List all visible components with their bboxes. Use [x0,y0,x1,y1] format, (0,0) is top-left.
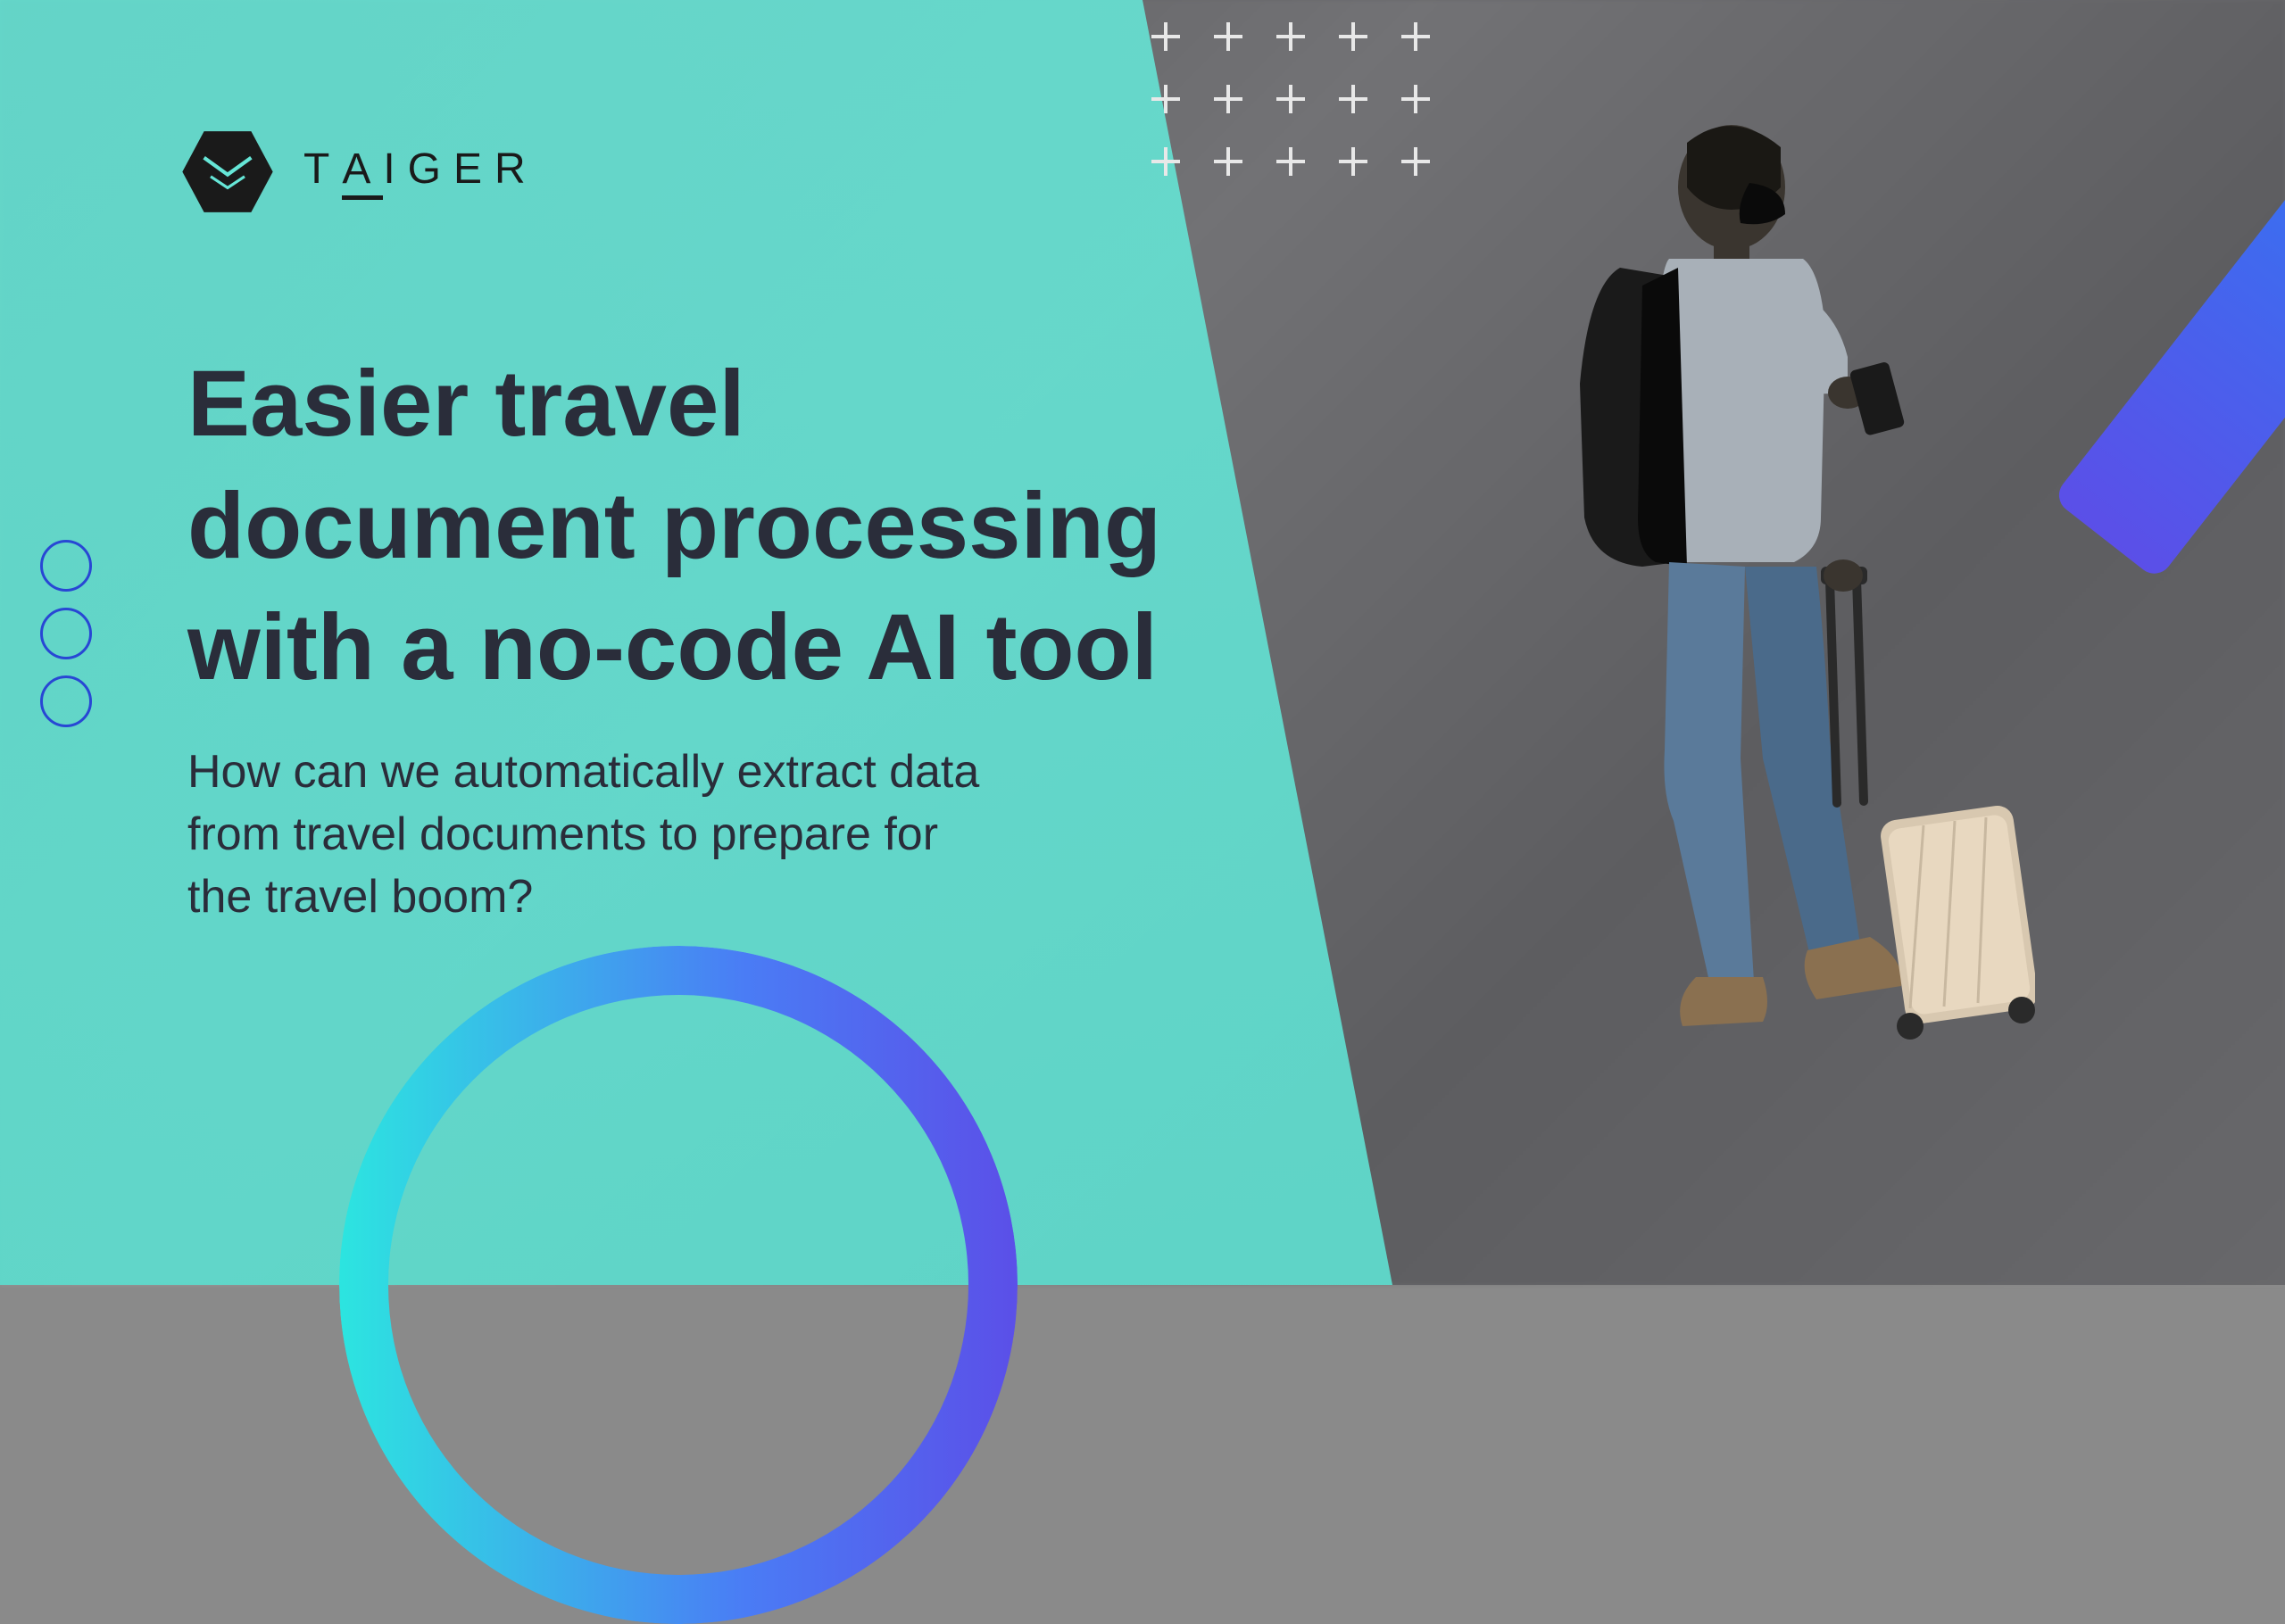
plus-icon [1214,22,1242,51]
ring-icon [40,608,92,659]
plus-icon [1214,85,1242,113]
plus-icon [1151,22,1180,51]
plus-icon [1339,85,1367,113]
plus-pattern-decoration [1151,22,1430,176]
ring-icon [40,675,92,727]
plus-icon [1151,147,1180,176]
brand-logo: TAIGER [179,129,538,214]
main-heading: Easier travel document processing with a… [187,344,1169,709]
plus-icon [1401,22,1430,51]
plus-icon [1214,147,1242,176]
gradient-arc-decoration [339,946,1018,1624]
circle-rings-decoration [40,540,92,727]
brand-name: TAIGER [303,145,538,200]
traveler-illustration [1410,80,2035,1151]
plus-icon [1276,85,1305,113]
plus-icon [1339,147,1367,176]
plus-icon [1151,85,1180,113]
plus-icon [1276,147,1305,176]
logo-hexagon-icon [179,129,277,214]
ring-icon [40,540,92,592]
plus-icon [1339,22,1367,51]
sub-heading: How can we automatically extract data fr… [187,741,1009,929]
plus-icon [1276,22,1305,51]
